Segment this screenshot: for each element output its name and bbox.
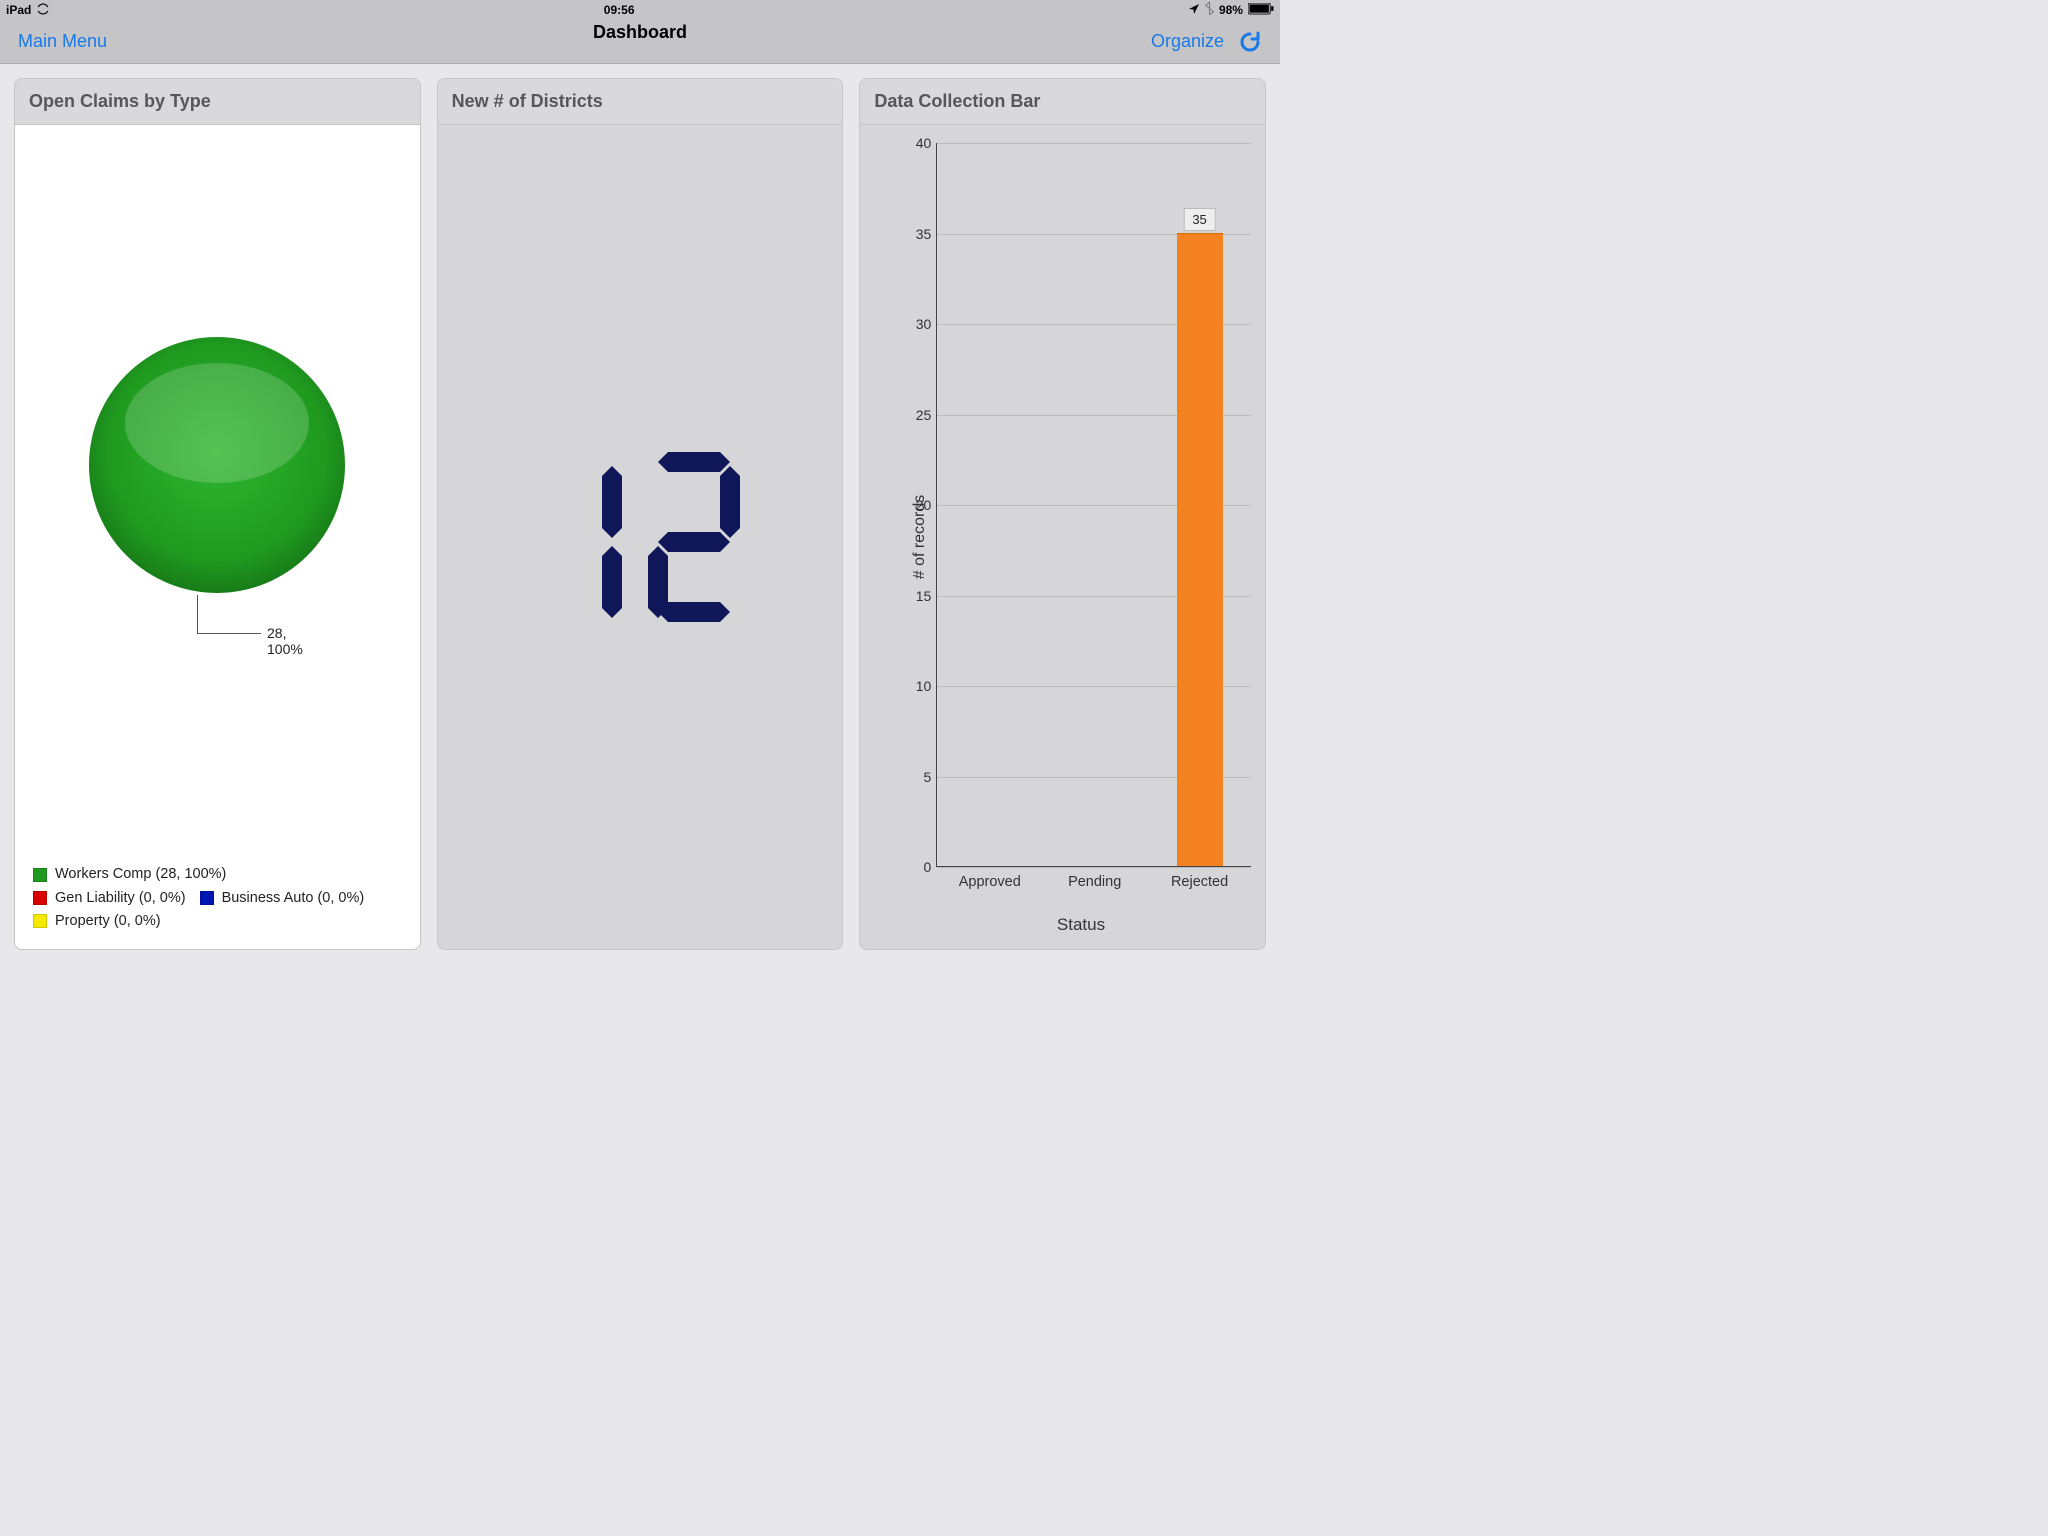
districts-value <box>540 452 740 622</box>
gridline <box>937 143 1251 144</box>
battery-icon <box>1248 3 1274 18</box>
pie-legend: Workers Comp (28, 100%)Gen Liability (0,… <box>33 863 408 933</box>
panel-title: Open Claims by Type <box>15 79 420 125</box>
y-tick: 0 <box>924 859 932 875</box>
organize-button[interactable]: Organize <box>1151 31 1224 52</box>
legend-item: Gen Liability (0, 0%) <box>33 887 186 910</box>
legend-swatch <box>33 868 47 882</box>
x-tick: Pending <box>1068 874 1121 890</box>
x-tick: Approved <box>959 874 1021 890</box>
legend-item: Business Auto (0, 0%) <box>200 887 365 910</box>
y-tick: 5 <box>924 769 932 785</box>
panel-districts[interactable]: New # of Districts <box>437 78 844 950</box>
y-tick: 10 <box>916 678 932 694</box>
y-tick: 35 <box>916 226 932 242</box>
pie-callout-label: 28, 100% <box>267 625 317 657</box>
status-bar: iPad 09:56 98% <box>0 0 1280 20</box>
bar <box>1177 233 1223 867</box>
panel-data-collection[interactable]: Data Collection Bar # of records 0510152… <box>859 78 1266 950</box>
device-name: iPad <box>6 3 31 17</box>
legend-swatch <box>33 891 47 905</box>
location-icon <box>1188 3 1200 18</box>
x-axis-label: Status <box>1057 915 1105 935</box>
main-menu-button[interactable]: Main Menu <box>18 31 107 52</box>
y-tick: 20 <box>916 497 932 513</box>
legend-swatch <box>33 914 47 928</box>
y-tick: 30 <box>916 316 932 332</box>
bar-value-label: 35 <box>1183 208 1215 231</box>
nav-bar: Main Menu Dashboard Organize <box>0 20 1280 64</box>
bar-chart: 0510152025303540ApprovedPendingRejected3… <box>936 143 1251 867</box>
dashboard-panels: Open Claims by Type <box>0 64 1280 964</box>
legend-label: Business Auto (0, 0%) <box>222 887 365 910</box>
y-tick: 25 <box>916 407 932 423</box>
page-title: Dashboard <box>593 22 687 43</box>
bluetooth-icon <box>1205 2 1214 18</box>
clock: 09:56 <box>604 3 635 17</box>
pie-callout: 28, 100% <box>197 595 317 639</box>
legend-swatch <box>200 891 214 905</box>
legend-item: Workers Comp (28, 100%) <box>33 863 226 886</box>
legend-label: Gen Liability (0, 0%) <box>55 887 186 910</box>
legend-label: Workers Comp (28, 100%) <box>55 863 226 886</box>
pie-chart <box>87 335 347 595</box>
panel-open-claims[interactable]: Open Claims by Type <box>14 78 421 950</box>
x-tick: Rejected <box>1171 874 1228 890</box>
refresh-icon[interactable] <box>1238 30 1262 54</box>
panel-title: Data Collection Bar <box>860 79 1265 125</box>
battery-percent: 98% <box>1219 3 1243 17</box>
legend-item: Property (0, 0%) <box>33 910 161 933</box>
panel-body <box>438 125 843 949</box>
gridline <box>937 867 1251 868</box>
sync-icon <box>36 3 50 18</box>
legend-label: Property (0, 0%) <box>55 910 161 933</box>
panel-body: # of records 0510152025303540ApprovedPen… <box>860 125 1265 949</box>
y-tick: 40 <box>916 135 932 151</box>
y-tick: 15 <box>916 588 932 604</box>
panel-body: 28, 100% Workers Comp (28, 100%)Gen Liab… <box>15 125 420 949</box>
panel-title: New # of Districts <box>438 79 843 125</box>
